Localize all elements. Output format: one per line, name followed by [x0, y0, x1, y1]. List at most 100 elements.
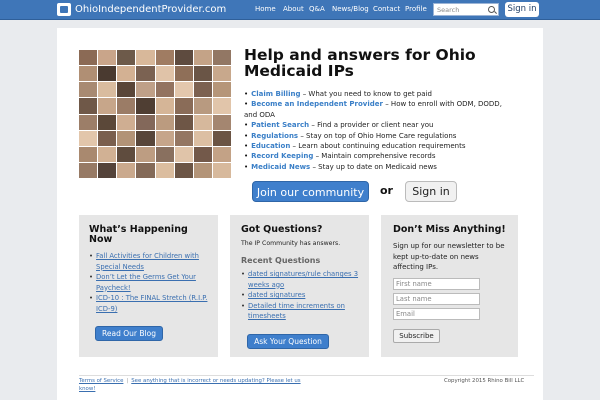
- feature-link[interactable]: Become an Independent Provider: [251, 100, 383, 108]
- member-photo: [117, 130, 136, 146]
- member-photo: [212, 82, 231, 98]
- member-photo: [117, 162, 136, 178]
- member-photo: [212, 162, 231, 178]
- ask-question-button[interactable]: Ask Your Question: [247, 334, 329, 349]
- member-photo: [155, 82, 174, 98]
- happening-link[interactable]: Don’t Let the Germs Get Your Paycheck!: [96, 272, 214, 293]
- happening-link[interactable]: ICD-10 : The FINAL Stretch (R.I.P. ICD-9…: [96, 293, 214, 314]
- nav-profile[interactable]: Profile: [405, 5, 427, 13]
- member-photo: [193, 66, 212, 82]
- nav-home[interactable]: Home: [255, 5, 276, 13]
- question-link[interactable]: Detailed time increments on timesheets: [248, 301, 361, 322]
- feature-desc: – Stay up to date on Medicaid news: [310, 162, 437, 171]
- member-photo: [193, 130, 212, 146]
- member-photo: [79, 146, 98, 162]
- member-photo: [193, 114, 212, 130]
- member-photo: [174, 114, 193, 130]
- questions-subtitle: The IP Community has answers.: [241, 240, 341, 247]
- member-photo: [117, 82, 136, 98]
- member-photo: [79, 130, 98, 146]
- copyright: Copyright 2015 Rhino Bill LLC: [444, 378, 525, 384]
- nav-contact[interactable]: Contact: [373, 5, 400, 13]
- member-photo: [117, 114, 136, 130]
- subscribe-button[interactable]: Subscribe: [393, 329, 440, 343]
- last-name-field[interactable]: Last name: [393, 293, 480, 305]
- member-photo: [79, 98, 98, 114]
- member-photo: [193, 98, 212, 114]
- member-photo: [193, 162, 212, 178]
- member-photo: [155, 146, 174, 162]
- feature-link[interactable]: Record Keeping: [251, 152, 313, 160]
- whats-happening-title: What’s Happening Now: [89, 224, 188, 245]
- feature-item: Medicaid News – Stay up to date on Medic…: [244, 162, 509, 172]
- member-photo: [98, 114, 117, 130]
- join-community-button[interactable]: Join our community: [252, 181, 369, 202]
- search-input[interactable]: Search: [433, 3, 499, 16]
- feature-link[interactable]: Claim Billing: [251, 90, 300, 98]
- feature-desc: – Find a provider or client near you: [309, 121, 434, 130]
- member-photo: [136, 98, 155, 114]
- member-photo: [193, 146, 212, 162]
- member-photo: [174, 162, 193, 178]
- got-questions-title: Got Questions?: [241, 224, 323, 235]
- question-link[interactable]: dated signatures/rule changes 3 weeks ag…: [248, 269, 361, 290]
- member-photo: [79, 66, 98, 82]
- signin-top-button[interactable]: Sign in: [505, 2, 539, 17]
- member-photo: [174, 50, 193, 66]
- newsletter-text: Sign up for our newsletter to be kept up…: [393, 242, 505, 271]
- member-photo: [212, 66, 231, 82]
- member-photo: [155, 162, 174, 178]
- footer-links: Terms of Service | See anything that is in…: [79, 378, 301, 392]
- member-photo: [136, 146, 155, 162]
- feature-link[interactable]: Patient Search: [251, 121, 309, 129]
- feature-link[interactable]: Regulations: [251, 132, 298, 140]
- member-photo: [98, 130, 117, 146]
- member-photo: [174, 146, 193, 162]
- feature-item: Education – Learn about continuing educa…: [244, 141, 509, 151]
- member-photo: [174, 82, 193, 98]
- feature-desc: – Learn about continuing education requi…: [290, 142, 466, 151]
- member-photo: [98, 98, 117, 114]
- first-name-field[interactable]: First name: [393, 278, 480, 290]
- email-field[interactable]: Email: [393, 308, 480, 320]
- recent-questions-heading: Recent Questions: [241, 256, 321, 265]
- member-photo: [193, 82, 212, 98]
- member-photo: [212, 146, 231, 162]
- site-logo[interactable]: OhioIndependentProvider.com: [57, 3, 226, 16]
- feature-link[interactable]: Education: [251, 142, 290, 150]
- feature-item: Record Keeping – Maintain comprehensive …: [244, 151, 509, 161]
- feature-item: Become an Independent Provider – How to …: [244, 99, 509, 120]
- member-photo: [98, 146, 117, 162]
- site-name[interactable]: OhioIndependentProvider.com: [75, 4, 226, 15]
- question-link[interactable]: dated signatures: [248, 290, 305, 301]
- member-photo: [136, 50, 155, 66]
- feature-link[interactable]: Medicaid News: [251, 163, 310, 171]
- member-photo-mosaic: [79, 50, 231, 178]
- search-icon[interactable]: [488, 6, 495, 13]
- member-photo: [155, 114, 174, 130]
- nav-news-blog[interactable]: News/Blog: [332, 5, 369, 13]
- ohio-logo-icon: [57, 3, 71, 16]
- terms-link[interactable]: Terms of Service: [79, 378, 123, 384]
- member-photo: [79, 114, 98, 130]
- member-photo: [155, 98, 174, 114]
- member-photo: [98, 66, 117, 82]
- member-photo: [136, 114, 155, 130]
- nav-qa[interactable]: Q&A: [309, 5, 325, 13]
- member-photo: [212, 130, 231, 146]
- hero-title: Help and answers for Ohio Medicaid IPs: [244, 46, 476, 80]
- happening-link[interactable]: Fall Activities for Children with Specia…: [96, 251, 214, 272]
- signin-button[interactable]: Sign in: [405, 181, 457, 202]
- member-photo: [212, 98, 231, 114]
- top-navbar: OhioIndependentProvider.com Home About Q…: [0, 0, 600, 20]
- member-photo: [155, 50, 174, 66]
- or-label: or: [380, 184, 393, 197]
- read-blog-button[interactable]: Read Our Blog: [95, 326, 163, 341]
- member-photo: [79, 162, 98, 178]
- member-photo: [212, 50, 231, 66]
- member-photo: [117, 50, 136, 66]
- nav-about[interactable]: About: [283, 5, 304, 13]
- member-photo: [79, 50, 98, 66]
- feature-item: Patient Search – Find a provider or clie…: [244, 120, 509, 130]
- feature-desc: – Stay on top of Ohio Home Care regulati…: [298, 131, 457, 140]
